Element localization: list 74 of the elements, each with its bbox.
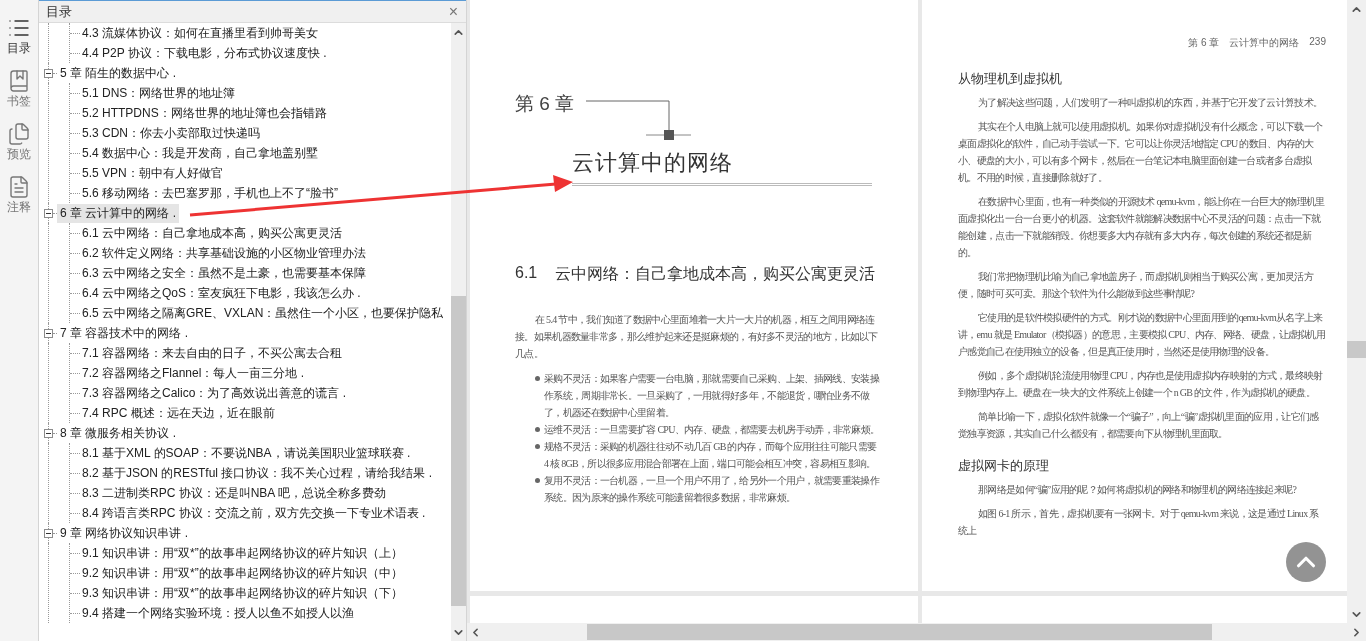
bookmark-icon — [7, 69, 31, 93]
sidebar-tab[interactable]: 预览 — [7, 122, 31, 161]
scrollbar-thumb[interactable] — [587, 624, 1212, 640]
toc-section[interactable]: 5.6 移动网络：去巴塞罗那，手机也上不了“脸书” — [80, 183, 340, 203]
chapter-title: 云计算中的网络 — [572, 148, 872, 186]
toc-section[interactable]: 4.4 P2P 协议：下载电影，分布式协议速度快 . — [80, 43, 329, 63]
bullet-text: 规格不灵活：采购的机器往往动不动几百 GB 的内存，而每个应用往往可能只需要 4 核 8GB，所以很多应用混合部署在上面，端口可能会相互冲突，容易相互影响。 — [544, 440, 878, 471]
toc-section[interactable]: 7.4 RPC 概述：远在天边，近在眼前 — [80, 403, 277, 423]
bullet-icon — [535, 478, 540, 483]
toc-section[interactable]: 6.1 云中网络：自己拿地成本高，购买公寓更灵活 — [80, 223, 344, 243]
scroll-top-button[interactable] — [1286, 542, 1326, 582]
collapse-icon[interactable] — [44, 528, 53, 538]
toc-section[interactable]: 5.1 DNS：网络世界的地址簿 — [80, 83, 238, 103]
pages-icon — [7, 122, 31, 146]
toc-section[interactable]: 8.4 跨语言类RPC 协议：交流之前，双方先交换一下专业术语表 . — [80, 503, 428, 523]
toc-section[interactable]: 9.4 搭建一个网络实验环境：授人以鱼不如授人以渔 — [80, 603, 356, 623]
body-paragraph: 它使用的是软件模拟硬件的方式。刚才说的数据中心里面用到的qemu-kvm从名字上来讲，emu 就是 Emulator（模拟器）的意思，主要模拟 CPU、内存、网络、硬盘，让虚拟机用户感觉自己在使用独立的设备，但是真正使用时，当然还是使用物理的设备。 — [958, 311, 1326, 359]
body-paragraph: 在 5.4 节中，我们知道了数据中心里面堆着一大片一大片的机器，相互之间用网络连接。如果机器数量非常多，那么维护起来还是挺麻烦的，有好多不灵活的地方，比如以下几点。 — [515, 313, 879, 361]
collapse-icon[interactable] — [44, 68, 53, 78]
bullet-text: 运维不灵活：一旦需要扩容 CPU、内存、硬盘，都需要去机房手动弄，非常麻烦。 — [544, 423, 880, 437]
toc-chapter[interactable]: 9 章 网络协议知识串讲 . — [57, 523, 191, 543]
toc-chapter[interactable]: 7 章 容器技术中的网络 . — [57, 323, 191, 343]
toc-section[interactable]: 9.1 知识串讲：用“双*”的故事串起网络协议的碎片知识（上） — [80, 543, 405, 563]
section-heading: 虚拟网卡的原理 — [958, 457, 1050, 475]
toc-section[interactable]: 5.3 CDN：你去小卖部取过快递吗 — [80, 123, 262, 143]
toc-section[interactable]: 7.3 容器网络之Calico：为了高效说出善意的谎言 . — [80, 383, 349, 403]
close-button[interactable]: × — [448, 3, 458, 20]
toc-section[interactable]: 5.2 HTTPDNS：网络世界的地址簿也会指错路 — [80, 103, 329, 123]
body-paragraph: 在数据中心里面，也有一种类似的开源技术 qemu-kvm，能让你在一台巨大的物理机里面虚拟化出一台一台更小的机器。这套软件就能解决数据中心不灵活的问题：点击一下就能创建，点击一下就能销毁。你想要多大内存就有多大内存，每次创建的系统还都是新的。 — [958, 195, 1326, 260]
toc-chapter[interactable]: 6 章 云计算中的网络 . — [57, 203, 179, 223]
body-paragraph: 简单比喻一下，虚拟化软件就像一个“骗子”，向上“骗”虚拟机里面的应用，让它们感觉独享资源，其实自己什么都没有，都需要向下从物理机里面取。 — [958, 410, 1320, 441]
toc-section[interactable]: 6.2 软件定义网络：共享基础设施的小区物业管理办法 — [80, 243, 368, 263]
page-number: 239 — [1309, 36, 1326, 49]
toc-section[interactable]: 7.1 容器网络：来去自由的日子，不买公寓去合租 — [80, 343, 344, 363]
body-paragraph: 我们常把物理机比喻为自己拿地盖房子，而虚拟机则相当于购买公寓，更加灵活方便，随时可买可卖。那这个软件为什么能做到这些事情呢? — [958, 270, 1315, 301]
sidebar-tab[interactable]: 书签 — [7, 69, 31, 108]
toc-section[interactable]: 8.3 二进制类RPC 协议：还是叫NBA 吧，总说全称多费劲 — [80, 483, 389, 503]
section-number: 6.1 — [515, 264, 538, 283]
body-paragraph: 例如，多个虚拟机轮流使用物理 CPU，内存也是使用虚拟内存映射的方式，最终映射到物理内存上。硬盘在一块大的文件系统上创建一个 n GB 的文件，作为虚拟机的硬盘。 — [958, 369, 1324, 400]
toc-section[interactable]: 6.4 云中网络之QoS：室友疯狂下电影，我该怎么办 . — [80, 283, 363, 303]
section-heading: 从物理机到虚拟机 — [958, 70, 1063, 88]
toc-section[interactable]: 6.5 云中网络之隔离GRE、VXLAN：虽然住一个小区，也要保护隐私 — [80, 303, 446, 323]
toc-section[interactable]: 9.3 知识串讲：用“双*”的故事串起网络协议的碎片知识（下） — [80, 583, 405, 603]
document-icon — [7, 175, 31, 199]
toc-section[interactable]: 9.2 知识串讲：用“双*”的故事串起网络协议的碎片知识（中） — [80, 563, 405, 583]
running-head: 第 6 章 云计算中的网络 — [1188, 36, 1300, 50]
collapse-icon[interactable] — [44, 328, 53, 338]
scrollbar-thumb[interactable] — [451, 296, 466, 606]
sidebar-tab[interactable]: 目录 — [7, 16, 31, 55]
toc-section[interactable]: 8.2 基于JSON 的RESTful 接口协议：我不关心过程，请给我结果 . — [80, 463, 435, 483]
toc-chapter[interactable]: 5 章 陌生的数据中心 . — [57, 63, 179, 83]
body-paragraph: 其实在个人电脑上就可以使用虚拟机。如果你对虚拟机没有什么概念，可以下载一个桌面虚拟化的软件，自己动手尝试一下。它可以让你灵活地指定 CPU 的数目、内存的大小、硬盘的大小，可以有多个网卡，然后在一台笔记本电脑里面创建一台或者多台虚拟机。不用的时候，直接删除就好了。 — [958, 120, 1324, 185]
toc-chapter[interactable]: 8 章 微服务相关协议 . — [57, 423, 179, 443]
collapse-icon[interactable] — [44, 208, 53, 218]
bullet-icon — [535, 427, 540, 432]
bullet-text: 复用不灵活：一台机器，一旦一个用户不用了，给另外一个用户，就需要重装操作系统。因为原来的操作系统可能遗留着很多数据，非常麻烦。 — [544, 474, 880, 505]
bullet-icon — [535, 376, 540, 381]
toc-section[interactable]: 5.5 VPN：朝中有人好做官 — [80, 163, 225, 183]
body-paragraph: 那网络是如何“骗”应用的呢？如何将虚拟机的网络和物理机的网络连接起来呢? — [977, 483, 1298, 497]
collapse-icon[interactable] — [44, 428, 53, 438]
body-paragraph: 为了解决这些问题，人们发明了一种叫虚拟机的东西，并基于它开发了云计算技术。 — [977, 96, 1324, 110]
toc-section[interactable]: 7.2 容器网络之Flannel：每人一亩三分地 . — [80, 363, 307, 383]
chapter-label: 第 6 章 — [515, 92, 575, 116]
toc-section[interactable]: 5.4 数据中心：我是开发商，自己拿地盖别墅 — [80, 143, 320, 163]
toc-section[interactable]: 4.3 流媒体协议：如何在直播里看到帅哥美女 — [80, 23, 320, 43]
body-paragraph: 如图 6-1 所示，首先，虚拟机要有一张网卡。对于 qemu-kvm 来说，这是通过 Linux 系统上 — [958, 507, 1320, 538]
bullet-text: 采购不灵活：如果客户需要一台电脑，那就需要自己采购、上架、插网线、安装操作系统，周期非常长。一旦采购了，一用就得好多年，不能退货，哪怕业务不做了，机器还在数据中心里留着。 — [544, 372, 880, 420]
toc-section[interactable]: 6.3 云中网络之安全：虽然不是土豪，也需要基本保障 — [80, 263, 368, 283]
bullet-icon — [535, 444, 540, 449]
panel-title: 目录 — [46, 2, 72, 21]
scrollbar-thumb[interactable] — [1347, 341, 1366, 358]
sidebar-tab[interactable]: 注释 — [7, 175, 31, 214]
toc-section[interactable]: 8.1 基于XML 的SOAP：不要说NBA，请说美国职业篮球联赛 . — [80, 443, 413, 463]
section-title: 云中网络：自己拿地成本高，购买公寓更灵活 — [555, 264, 876, 284]
